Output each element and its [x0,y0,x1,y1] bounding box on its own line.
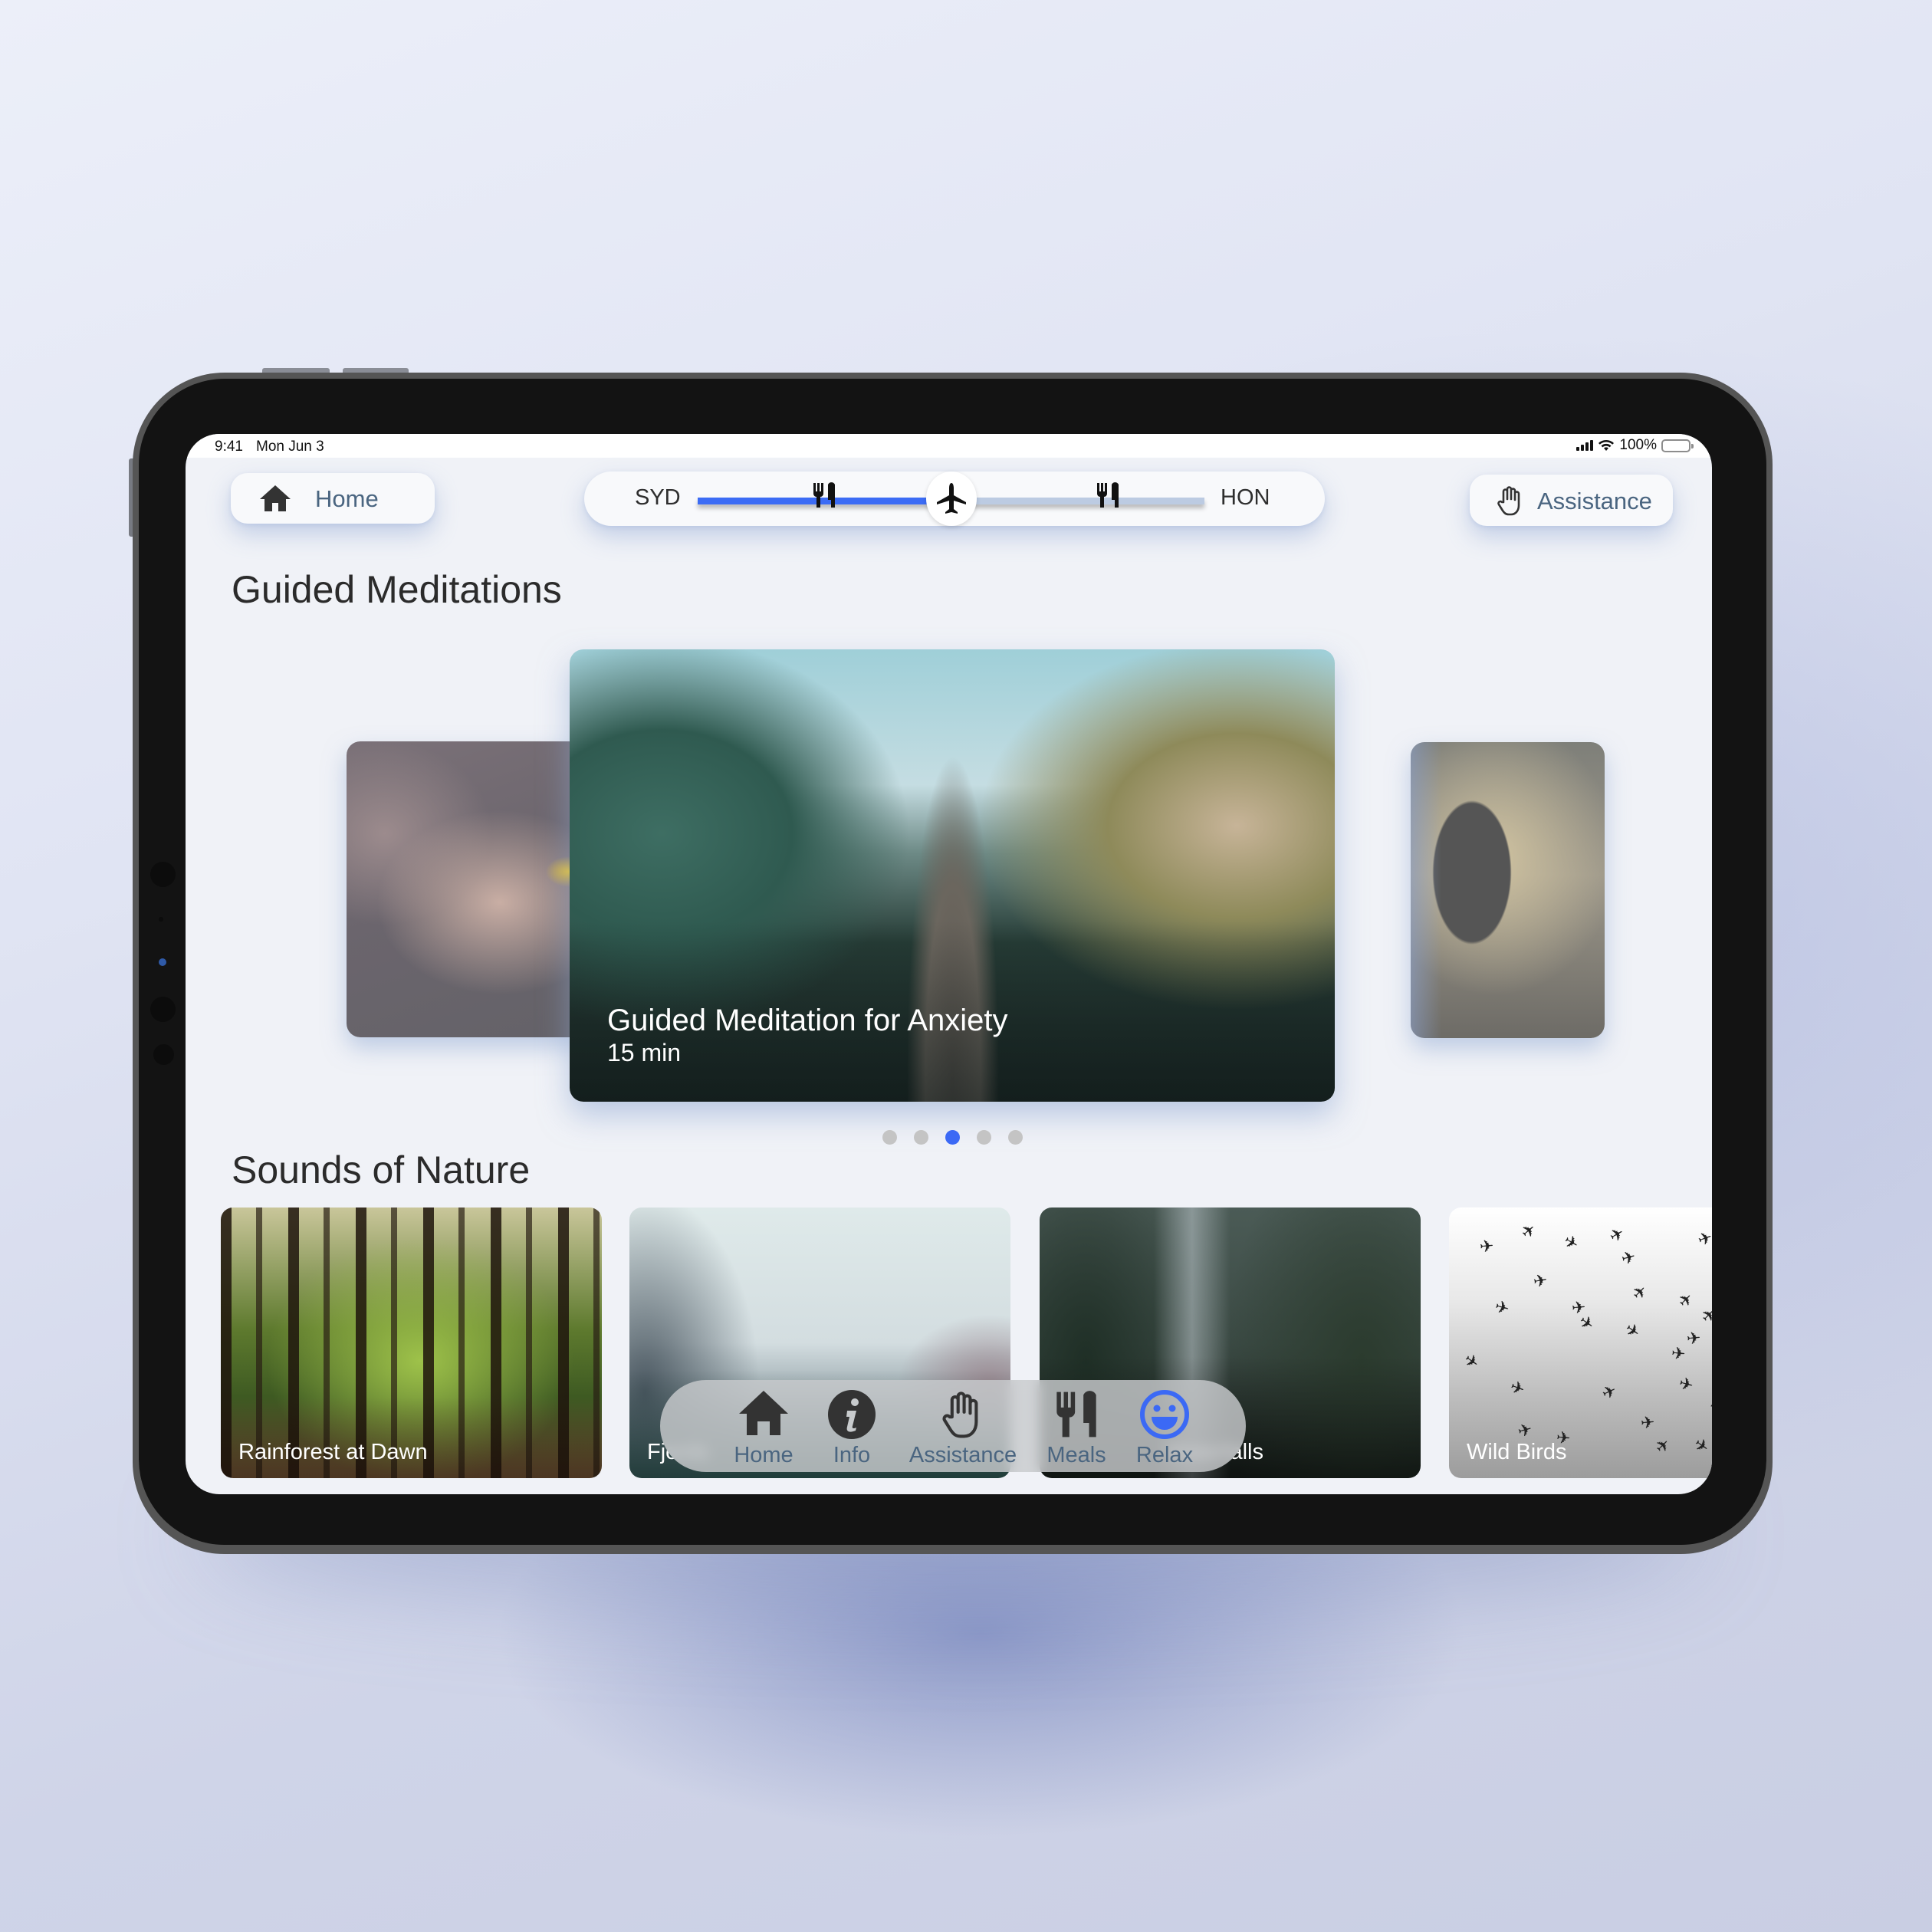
app-screen: 9:41 Mon Jun 3 100% Home SYD HON Assista… [186,434,1712,1494]
utensils-icon [1056,1391,1096,1438]
assistance-button-label: Assistance [1537,488,1652,514]
battery-icon [1661,439,1694,452]
page-dot[interactable] [882,1130,897,1145]
bird-silhouette: ✈ [1478,1236,1495,1257]
meal-marker-icon[interactable] [1096,481,1120,509]
airplane-position-knob[interactable] [925,472,977,526]
bird-silhouette: ✈ [1493,1296,1512,1319]
home-button-label: Home [315,485,379,512]
bird-silhouette: ✈ [1507,1376,1528,1400]
bird-silhouette: ✈ [1695,1227,1712,1250]
section-title-guided-meditations: Guided Meditations [232,568,562,611]
meditation-card-previous[interactable] [347,741,584,1037]
origin-code: SYD [635,485,681,510]
page-dot-active[interactable] [945,1130,960,1145]
home-button[interactable]: Home [231,473,435,524]
section-title-sounds-of-nature: Sounds of Nature [232,1148,531,1191]
nature-card-label: Rainforest at Dawn [238,1440,428,1464]
camera-lens [159,958,166,966]
camera-sensor [153,1044,174,1065]
bird-silhouette: ✈ [1598,1380,1620,1404]
nav-label: Meals [1046,1443,1106,1467]
camera-sensor [150,862,176,887]
bird-silhouette: ✈ [1560,1230,1582,1255]
meal-marker-icon[interactable] [812,481,836,509]
bird-silhouette: ✈ [1706,1395,1712,1419]
nav-label: Relax [1135,1443,1194,1467]
nature-card[interactable]: Wild Birds ✈ ✈ ✈ ✈ ✈ ✈ ✈ ✈ ✈ ✈ ✈ ✈ ✈ ✈ ✈ ✈ ✈ ✈ ✈ ✈ ✈ ✈ ✈ ✈ ✈ ✈ [1449,1208,1712,1478]
airplane-icon [936,482,966,514]
bird-silhouette: ✈ [1460,1349,1484,1374]
bird-silhouette: ✈ [1628,1280,1652,1305]
status-date: Mon Jun 3 [256,439,324,455]
bird-silhouette: ✈ [1677,1373,1696,1395]
bird-silhouette: ✈ [1531,1270,1549,1292]
meditation-card-featured[interactable]: Guided Meditation for Anxiety 15 min [570,649,1335,1102]
bird-silhouette: ✈ [1697,1303,1712,1328]
carousel-page-indicator [882,1130,1023,1145]
bird-silhouette: ✈ [1674,1288,1698,1313]
nav-label: Home [734,1443,794,1467]
status-indicators: 100% [1576,437,1694,454]
destination-code: HON [1221,485,1270,510]
page-dot[interactable] [1008,1130,1023,1145]
meditation-card-next[interactable] [1411,742,1605,1038]
signal-icon [1576,440,1594,451]
flight-progress: SYD HON [584,472,1325,526]
nav-item-meals[interactable]: Meals [1027,1380,1126,1472]
camera-sensor [159,917,163,922]
assistance-button[interactable]: Assistance [1470,475,1673,526]
bird-silhouette: ✈ [1515,1419,1535,1441]
camera-sensor [150,997,176,1022]
nav-item-info[interactable]: Info [810,1380,894,1472]
bird-silhouette: ✈ [1685,1328,1702,1349]
status-time: 9:41 [215,439,243,455]
smiley-icon [1140,1390,1189,1439]
bird-silhouette: ✈ [1618,1247,1638,1269]
home-icon [739,1391,788,1435]
bird-silhouette: ✈ [1639,1412,1656,1433]
hand-icon [1497,486,1520,516]
bird-silhouette: ✈ [1670,1343,1687,1364]
bottom-navigation: Home Info Assistance Meals Relax [660,1380,1246,1472]
bird-silhouette: ✈ [1621,1319,1644,1343]
bird-silhouette: ✈ [1516,1219,1540,1244]
page-dot[interactable] [977,1130,991,1145]
bird-silhouette: ✈ [1690,1434,1712,1458]
info-icon [828,1390,876,1439]
bird-silhouette: ✈ [1605,1223,1628,1247]
nav-item-relax[interactable]: Relax [1119,1380,1211,1472]
featured-meditation-title: Guided Meditation for Anxiety [607,1004,1008,1037]
nature-card-label: Wild Birds [1467,1440,1567,1464]
wifi-icon [1598,440,1615,451]
page-dot[interactable] [914,1130,928,1145]
home-icon [260,485,291,511]
nav-item-home[interactable]: Home [721,1380,806,1472]
hand-icon [942,1392,978,1438]
nav-label: Info [833,1443,871,1467]
nav-item-assistance[interactable]: Assistance [890,1380,1036,1472]
status-bar: 9:41 Mon Jun 3 100% [186,434,1712,458]
nav-label: Assistance [909,1443,1017,1467]
featured-meditation-duration: 15 min [607,1039,682,1066]
battery-percent: 100% [1619,437,1657,453]
bird-silhouette: ✈ [1651,1434,1675,1458]
nature-card[interactable]: Rainforest at Dawn [221,1208,602,1478]
